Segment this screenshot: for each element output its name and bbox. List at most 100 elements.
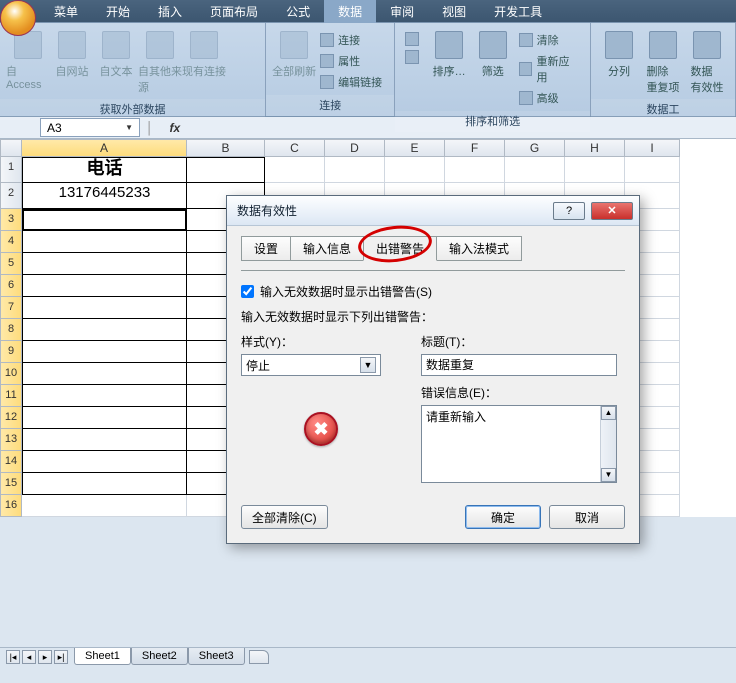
menu-tab-menu[interactable]: 菜单 — [40, 0, 92, 23]
tab-ime-mode[interactable]: 输入法模式 — [436, 236, 522, 261]
tab-error-alert[interactable]: 出错警告 — [363, 236, 437, 261]
sheet-tab-3[interactable]: Sheet3 — [188, 648, 245, 665]
row-header[interactable]: 11 — [0, 385, 22, 407]
cell[interactable] — [22, 319, 187, 341]
row-header[interactable]: 6 — [0, 275, 22, 297]
from-other-button[interactable]: 自其他来源 — [138, 27, 182, 95]
column-header[interactable]: H — [565, 139, 625, 157]
column-header[interactable]: C — [265, 139, 325, 157]
column-header[interactable]: A — [22, 139, 187, 157]
row-header[interactable]: 15 — [0, 473, 22, 495]
sort-asc-button[interactable] — [401, 31, 427, 47]
cell[interactable] — [22, 363, 187, 385]
row-header[interactable]: 14 — [0, 451, 22, 473]
cell[interactable] — [22, 275, 187, 297]
cell[interactable] — [625, 157, 680, 183]
from-web-button[interactable]: 自网站 — [50, 27, 94, 79]
menu-tab-formulas[interactable]: 公式 — [272, 0, 324, 23]
row-header[interactable]: 13 — [0, 429, 22, 451]
cell[interactable] — [325, 157, 385, 183]
cell[interactable] — [22, 231, 187, 253]
show-error-checkbox[interactable] — [241, 285, 254, 298]
row-header[interactable]: 3 — [0, 209, 22, 231]
menu-tab-review[interactable]: 审阅 — [376, 0, 428, 23]
message-textarea[interactable]: 请重新输入 ▲ ▼ — [421, 405, 617, 483]
menu-tab-data[interactable]: 数据 — [324, 0, 376, 23]
sheet-tab-2[interactable]: Sheet2 — [131, 648, 188, 665]
existing-conn-button[interactable]: 现有连接 — [182, 27, 226, 79]
row-header[interactable]: 16 — [0, 495, 22, 517]
chevron-down-icon[interactable]: ▼ — [125, 123, 133, 132]
advanced-filter-button[interactable]: 高级 — [515, 89, 584, 107]
cell[interactable] — [385, 157, 445, 183]
edit-links-button[interactable]: 编辑链接 — [316, 73, 386, 91]
row-header[interactable]: 5 — [0, 253, 22, 275]
column-header[interactable]: B — [187, 139, 265, 157]
close-button[interactable]: ✕ — [591, 202, 633, 220]
sheet-tab-1[interactable]: Sheet1 — [74, 648, 131, 665]
title-input[interactable]: 数据重复 — [421, 354, 617, 376]
cancel-button[interactable]: 取消 — [549, 505, 625, 529]
scroll-up-icon[interactable]: ▲ — [601, 406, 616, 420]
menu-tab-home[interactable]: 开始 — [92, 0, 144, 23]
properties-button[interactable]: 属性 — [316, 52, 386, 70]
clear-all-button[interactable]: 全部清除(C) — [241, 505, 328, 529]
row-header[interactable]: 12 — [0, 407, 22, 429]
clear-filter-button[interactable]: 清除 — [515, 31, 584, 49]
cell[interactable] — [187, 157, 265, 183]
column-header[interactable]: G — [505, 139, 565, 157]
scrollbar[interactable]: ▲ ▼ — [600, 406, 616, 482]
row-header[interactable]: 7 — [0, 297, 22, 319]
menu-tab-insert[interactable]: 插入 — [144, 0, 196, 23]
cell[interactable] — [505, 157, 565, 183]
new-sheet-button[interactable] — [249, 650, 269, 664]
connections-button[interactable]: 连接 — [316, 31, 386, 49]
cell[interactable] — [22, 495, 187, 517]
scroll-down-icon[interactable]: ▼ — [601, 468, 616, 482]
cell[interactable] — [445, 157, 505, 183]
row-header[interactable]: 8 — [0, 319, 22, 341]
sheet-nav-prev[interactable]: ◂ — [22, 650, 36, 664]
sort-button[interactable]: 排序… — [427, 27, 471, 79]
cell[interactable] — [22, 209, 187, 231]
sheet-nav-last[interactable]: ▸| — [54, 650, 68, 664]
office-orb-icon[interactable] — [0, 0, 36, 36]
row-header[interactable]: 1 — [0, 157, 22, 183]
cell[interactable]: 13176445233 — [22, 183, 187, 209]
cell[interactable] — [22, 341, 187, 363]
cell[interactable] — [22, 253, 187, 275]
filter-button[interactable]: 筛选 — [471, 27, 515, 79]
column-header[interactable]: D — [325, 139, 385, 157]
cell[interactable] — [22, 297, 187, 319]
tab-settings[interactable]: 设置 — [241, 236, 291, 261]
sort-desc-button[interactable] — [401, 49, 427, 65]
menu-tab-view[interactable]: 视图 — [428, 0, 480, 23]
fx-icon[interactable]: fx — [170, 121, 181, 135]
chevron-down-icon[interactable]: ▼ — [360, 357, 376, 373]
cell[interactable] — [265, 157, 325, 183]
menu-tab-pagelayout[interactable]: 页面布局 — [196, 0, 272, 23]
tab-input-message[interactable]: 输入信息 — [290, 236, 364, 261]
cell[interactable] — [22, 451, 187, 473]
column-header[interactable]: I — [625, 139, 680, 157]
from-text-button[interactable]: 自文本 — [94, 27, 138, 79]
sheet-nav-next[interactable]: ▸ — [38, 650, 52, 664]
sheet-nav-first[interactable]: |◂ — [6, 650, 20, 664]
cell[interactable] — [22, 473, 187, 495]
column-header[interactable]: F — [445, 139, 505, 157]
reapply-button[interactable]: 重新应用 — [515, 52, 584, 86]
menu-tab-devtools[interactable]: 开发工具 — [480, 0, 556, 23]
cell[interactable] — [22, 385, 187, 407]
column-header[interactable]: E — [385, 139, 445, 157]
from-access-button[interactable]: 自 Access — [6, 27, 50, 91]
style-select[interactable]: 停止 ▼ — [241, 354, 381, 376]
remove-duplicates-button[interactable]: 删除 重复项 — [641, 27, 685, 95]
select-all-corner[interactable] — [0, 139, 22, 157]
row-header[interactable]: 4 — [0, 231, 22, 253]
cell[interactable] — [22, 429, 187, 451]
help-button[interactable]: ? — [553, 202, 585, 220]
refresh-all-button[interactable]: 全部刷新 — [272, 27, 316, 79]
data-validation-button[interactable]: 数据 有效性 — [685, 27, 729, 95]
dialog-titlebar[interactable]: 数据有效性 ? ✕ — [227, 196, 639, 226]
row-header[interactable]: 2 — [0, 183, 22, 209]
